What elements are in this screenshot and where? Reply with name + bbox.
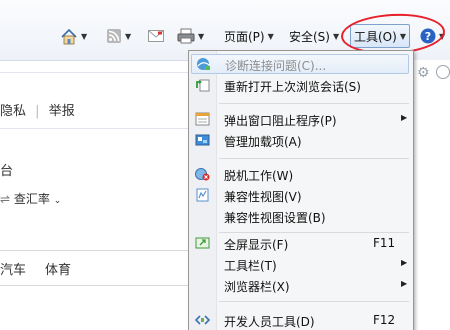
safety-menu-label: 安全(S)	[289, 29, 330, 44]
mail-icon	[148, 30, 164, 42]
rss-icon	[107, 29, 121, 43]
menu-item-label: 兼容性视图(V)	[224, 190, 302, 204]
popup-blocker-icon	[195, 112, 210, 126]
footer-links: 隐私 | 举报	[0, 100, 75, 119]
diagnose-icon	[197, 58, 210, 70]
menu-item-developer-tools[interactable]: 开发人员工具(D) F12	[189, 310, 413, 330]
menu-separator	[219, 158, 409, 159]
mail-button[interactable]	[148, 25, 164, 47]
devtools-icon	[195, 315, 210, 325]
submenu-arrow-icon: ▶	[401, 113, 408, 122]
divider	[0, 128, 190, 129]
addons-icon	[195, 134, 210, 146]
menu-item-label: 管理加载项(A)	[224, 135, 302, 149]
offline-icon	[195, 168, 210, 181]
chevron-down-icon[interactable]: ▼	[125, 32, 131, 41]
menu-item-manage-addons[interactable]: 管理加载项(A)	[189, 130, 413, 150]
menu-item-work-offline[interactable]: 脱机工作(W)	[189, 164, 413, 184]
chevron-down-icon[interactable]: ▼	[81, 32, 87, 41]
reopen-session-icon	[196, 79, 210, 92]
page-right-area	[412, 60, 450, 330]
tab-sports[interactable]: 体育	[45, 259, 71, 278]
feeds-button[interactable]: ▼	[106, 25, 131, 47]
menu-item-diagnose[interactable]: 诊断连接问题(C)...	[191, 54, 409, 74]
menu-item-compat-view[interactable]: 兼容性视图(V)	[189, 185, 413, 205]
printer-icon	[177, 28, 195, 44]
menu-separator	[219, 301, 409, 302]
exchange-rate-link[interactable]: ⇌ 查汇率 ⌄	[0, 190, 61, 207]
menu-item-reopen-session[interactable]: 重新打开上次浏览会话(S)	[189, 75, 413, 95]
menu-item-shortcut: F12	[373, 313, 396, 327]
menu-item-label: 诊断连接问题(C)...	[225, 59, 327, 73]
compat-view-icon	[196, 188, 209, 202]
safety-menu-button[interactable]: 安全(S) ▼	[289, 25, 339, 47]
page-menu-button[interactable]: 页面(P) ▼	[224, 25, 274, 47]
report-link[interactable]: 举报	[49, 104, 75, 119]
partial-heading: 台	[0, 164, 14, 179]
tab-auto[interactable]: 汽车	[0, 259, 26, 278]
menu-item-compat-view-settings[interactable]: 兼容性视图设置(B)	[189, 206, 413, 226]
link-separator: |	[35, 104, 40, 119]
menu-item-label: 兼容性视图设置(B)	[224, 211, 326, 225]
chevron-down-icon: ⌄	[53, 196, 62, 206]
menu-item-label: 工具栏(T)	[224, 259, 277, 273]
print-button[interactable]: ▼	[177, 25, 204, 47]
submenu-arrow-icon: ▶	[401, 279, 408, 288]
submenu-arrow-icon: ▶	[401, 258, 408, 267]
menu-item-explorer-bars[interactable]: 浏览器栏(X) ▶	[189, 275, 413, 295]
exchange-rate-label: 查汇率	[13, 192, 50, 206]
ie-window: ▼ ▼ ▼ 页面(P) ▼ 安全(S) ▼ 工具(O) ▼ ? ▼ 隐私 | 举…	[0, 0, 450, 330]
menu-item-label: 重新打开上次浏览会话(S)	[224, 80, 361, 94]
chevron-down-icon: ▼	[332, 31, 340, 41]
fullscreen-icon	[195, 237, 210, 249]
menu-item-label: 弹出窗口阻止程序(P)	[224, 114, 337, 128]
menu-item-toolbars[interactable]: 工具栏(T) ▶	[189, 254, 413, 274]
menu-item-label: 开发人员工具(D)	[224, 315, 315, 329]
menu-item-shortcut: F11	[373, 236, 396, 250]
menu-separator	[219, 103, 409, 104]
feedback-icon[interactable]	[436, 65, 450, 79]
home-button[interactable]: ▼	[60, 25, 87, 47]
chevron-down-icon: ▼	[267, 31, 274, 41]
menu-item-label: 全屏显示(F)	[224, 238, 289, 252]
menu-item-full-screen[interactable]: 全屏显示(F) F11	[189, 233, 413, 253]
menu-item-popup-blocker[interactable]: 弹出窗口阻止程序(P) ▶	[189, 109, 413, 129]
menu-item-label: 脱机工作(W)	[224, 169, 294, 183]
page-menu-label: 页面(P)	[224, 29, 265, 44]
privacy-link[interactable]: 隐私	[0, 104, 26, 119]
chevron-down-icon[interactable]: ▼	[198, 32, 204, 41]
channel-tabs: 汽车 体育	[0, 250, 190, 286]
tools-dropdown-menu: 诊断连接问题(C)... 重新打开上次浏览会话(S) 弹出窗口阻止程序(P) ▶	[188, 50, 414, 330]
home-icon	[61, 28, 77, 44]
divider	[0, 72, 190, 73]
gear-icon[interactable]: ⚙	[417, 65, 430, 81]
menu-item-label: 浏览器栏(X)	[224, 280, 290, 294]
